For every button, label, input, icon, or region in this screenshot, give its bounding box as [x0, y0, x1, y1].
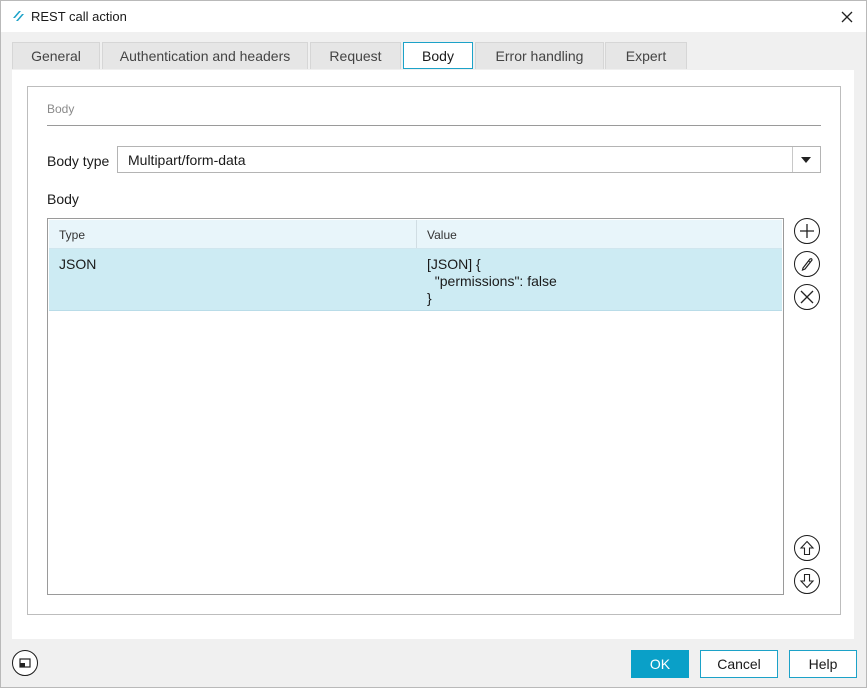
cancel-button[interactable]: Cancel: [700, 650, 778, 678]
cross-icon: [800, 290, 814, 304]
column-header-value[interactable]: Value: [427, 228, 457, 242]
tab-error-handling[interactable]: Error handling: [475, 42, 604, 69]
add-button[interactable]: [794, 218, 820, 244]
chevron-down-icon[interactable]: [801, 157, 811, 163]
section-title: Body: [47, 102, 75, 116]
body-type-select[interactable]: Multipart/form-data: [117, 146, 821, 173]
tab-request[interactable]: Request: [310, 42, 401, 69]
tab-expert[interactable]: Expert: [605, 42, 687, 69]
title-bar: REST call action: [1, 1, 866, 32]
close-icon: [841, 11, 853, 23]
body-grid[interactable]: Type Value JSON [JSON] { "permissions": …: [47, 218, 784, 595]
select-divider: [792, 147, 793, 172]
close-button[interactable]: [836, 6, 858, 28]
dialog-window: REST call action General Authentication …: [0, 0, 867, 688]
tab-general[interactable]: General: [12, 42, 100, 69]
table-row[interactable]: JSON [JSON] { "permissions": false }: [49, 249, 782, 311]
window-layout-icon: [19, 658, 31, 668]
row-value-cell: [JSON] { "permissions": false }: [427, 256, 557, 306]
body-type-label: Body type: [47, 153, 110, 169]
arrow-up-icon: [799, 540, 815, 556]
body-panel: Body Body type Multipart/form-data Body …: [27, 86, 841, 615]
tab-body[interactable]: Body: [403, 42, 473, 69]
tab-content: Body Body type Multipart/form-data Body …: [12, 70, 854, 639]
pencil-icon: [801, 258, 813, 271]
window-title: REST call action: [31, 9, 127, 24]
edit-button[interactable]: [794, 251, 820, 277]
arrow-down-icon: [799, 573, 815, 589]
tab-authentication-and-headers[interactable]: Authentication and headers: [102, 42, 308, 69]
body-type-value: Multipart/form-data: [128, 152, 246, 168]
section-divider: [47, 125, 821, 126]
column-separator[interactable]: [416, 220, 417, 248]
column-header-type[interactable]: Type: [59, 228, 85, 242]
move-down-button[interactable]: [794, 568, 820, 594]
row-type-cell: JSON: [59, 256, 97, 272]
delete-button[interactable]: [794, 284, 820, 310]
app-logo-icon: [11, 9, 25, 23]
grid-header: Type Value: [49, 220, 782, 249]
move-up-button[interactable]: [794, 535, 820, 561]
window-layout-button[interactable]: [12, 650, 38, 676]
help-button[interactable]: Help: [789, 650, 857, 678]
ok-button[interactable]: OK: [631, 650, 689, 678]
body-label: Body: [47, 191, 79, 207]
plus-icon: [800, 224, 814, 238]
